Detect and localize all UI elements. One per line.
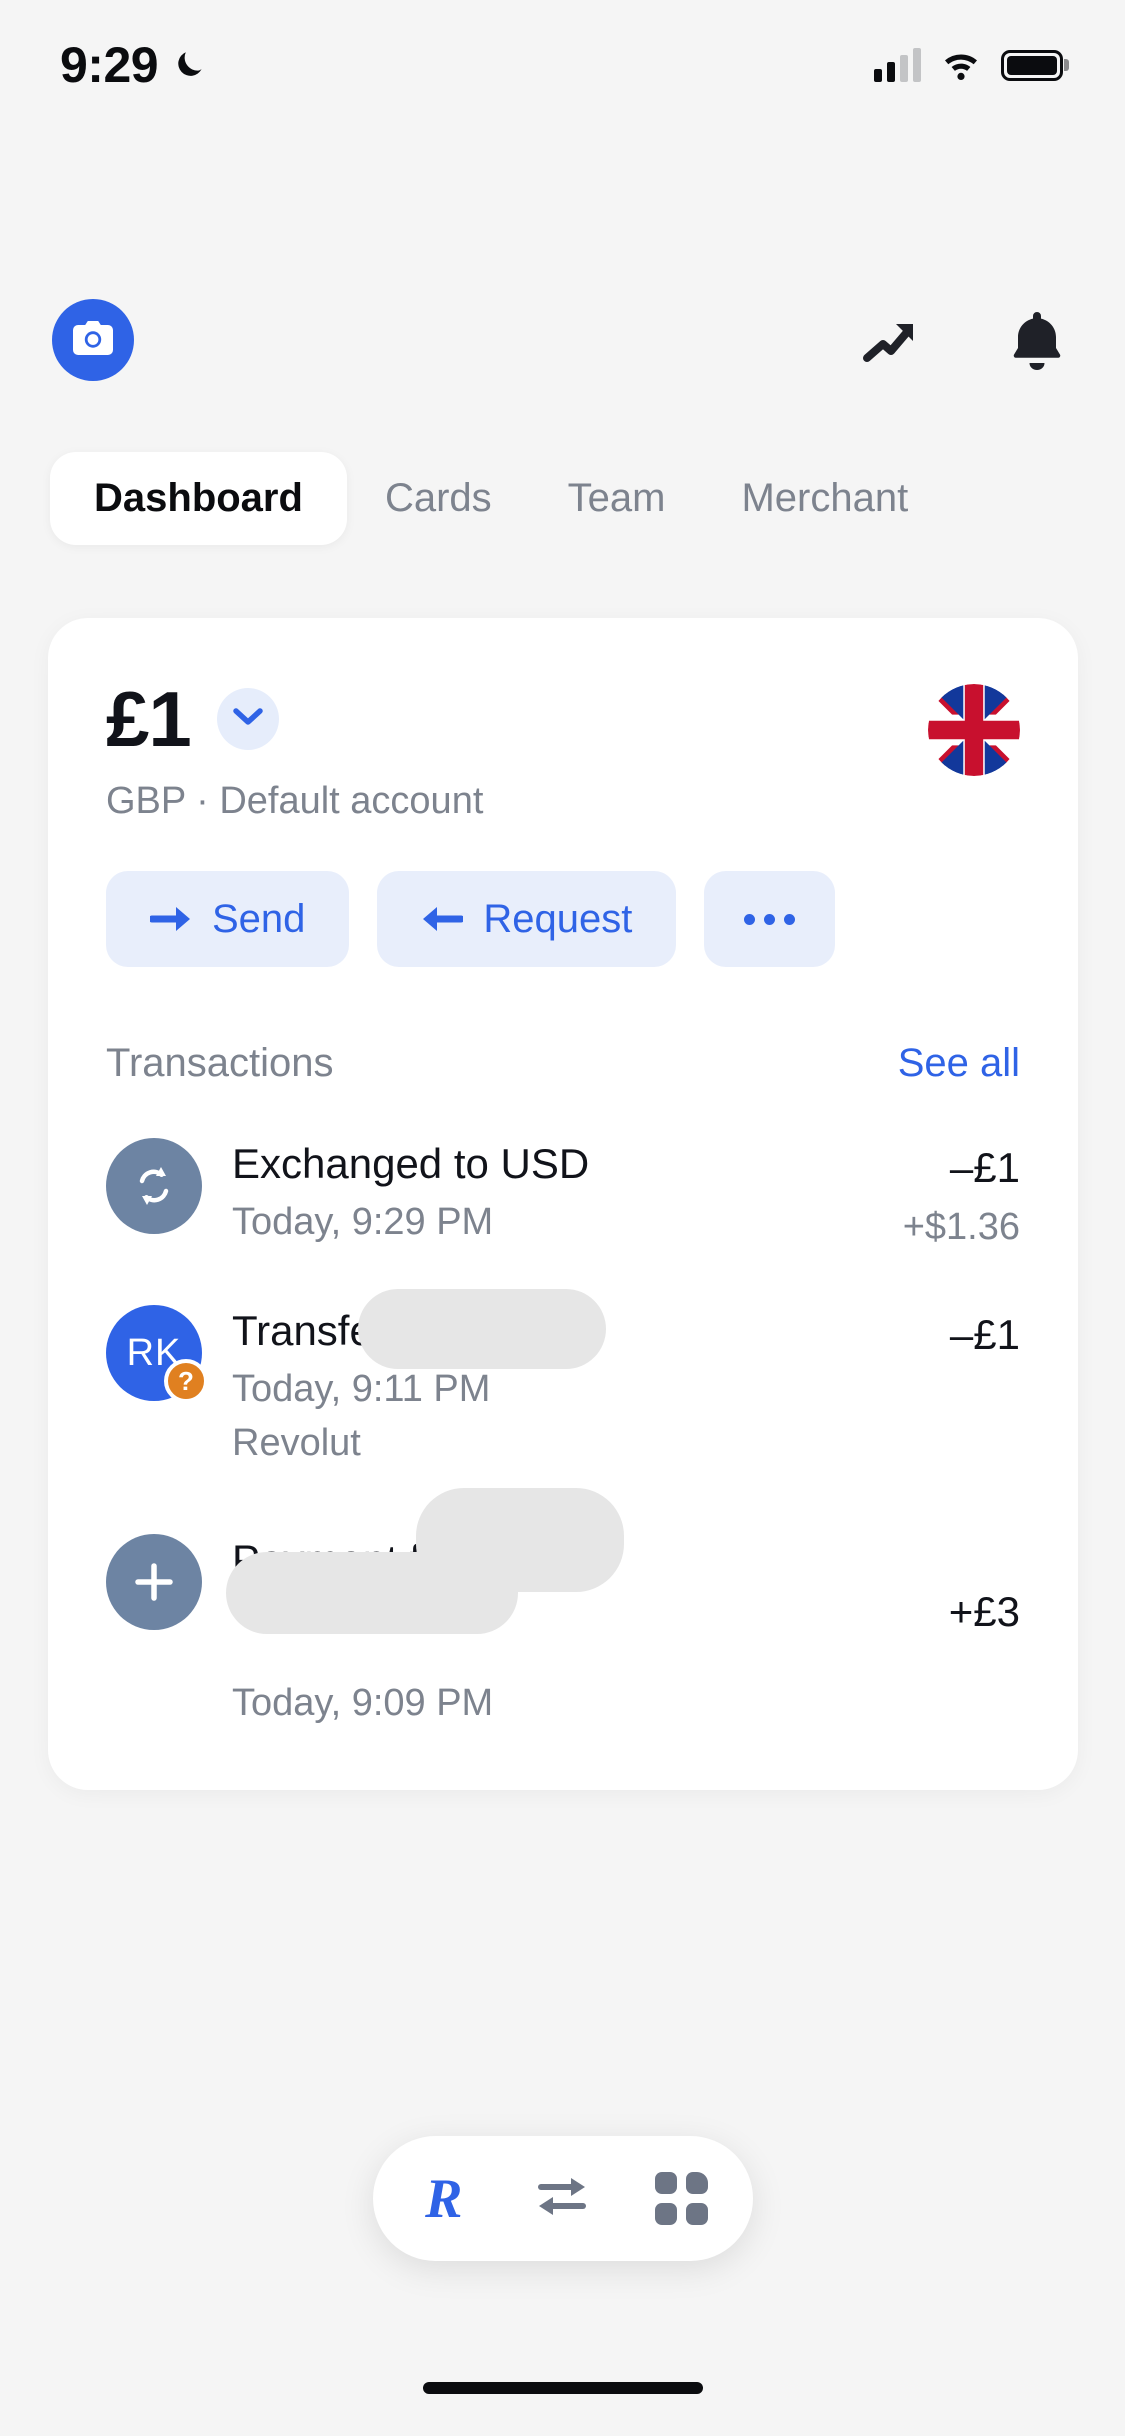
- transaction-subtitle: Today, 9:29 PM: [232, 1201, 494, 1244]
- transaction-title: Payment from: [232, 1536, 494, 1584]
- nav-home-button[interactable]: R: [398, 2153, 490, 2245]
- request-button-label: Request: [483, 896, 633, 941]
- status-bar-time: 9:29: [60, 37, 159, 93]
- table-row[interactable]: RK ? Transfer to Today, 9:11 PM Revolut …: [100, 1275, 1026, 1492]
- transaction-list: Exchanged to USD Today, 9:29 PM –£1 +$1.…: [48, 1086, 1078, 1752]
- transaction-amount: –£1: [949, 1144, 1020, 1191]
- transaction-subtitle: Today, 9:11 PM: [232, 1368, 491, 1411]
- cellular-signal-icon: [874, 48, 921, 82]
- transaction-amounts: –£1: [930, 1305, 1020, 1359]
- moon-icon: [172, 47, 208, 83]
- balance-amount-row: £1: [106, 680, 483, 758]
- transaction-provider: Revolut: [232, 1421, 361, 1464]
- camera-icon: [73, 320, 113, 360]
- table-row[interactable]: Exchanged to USD Today, 9:29 PM –£1 +$1.…: [100, 1108, 1026, 1275]
- avatar-camera-button[interactable]: [52, 299, 134, 381]
- arrow-right-icon: [150, 904, 192, 934]
- transaction-body: Transfer to Today, 9:11 PM Revolut: [232, 1305, 930, 1466]
- bell-icon[interactable]: [1005, 308, 1069, 372]
- balance-info: £1 GBP · Default account: [106, 680, 483, 823]
- transaction-subtitle: Today, 9:09 PM: [232, 1681, 494, 1724]
- status-bar-right: [874, 48, 1063, 82]
- transaction-amounts: –£1 +$1.36: [883, 1138, 1020, 1249]
- transfer-arrows-icon: [533, 2170, 591, 2227]
- account-actions: Send Request: [48, 823, 1078, 967]
- tab-cards[interactable]: Cards: [347, 452, 530, 545]
- exchange-icon: [106, 1138, 202, 1234]
- see-all-link[interactable]: See all: [898, 1041, 1020, 1086]
- grid-apps-icon: [654, 2172, 708, 2225]
- transaction-title: Exchanged to USD: [232, 1140, 590, 1187]
- transaction-amount: –£1: [949, 1311, 1020, 1358]
- nav-apps-button[interactable]: [635, 2153, 727, 2245]
- trending-up-icon[interactable]: [861, 308, 925, 372]
- balance-amount: £1: [106, 675, 192, 763]
- nav-transfers-button[interactable]: [516, 2153, 608, 2245]
- transaction-icon-wrap: [106, 1534, 202, 1631]
- transaction-secondary-amount: +$1.36: [902, 1206, 1020, 1248]
- plus-icon: [106, 1534, 202, 1631]
- app-screen: 9:29 Dashboard Cards Team Merchant £1 GB…: [0, 0, 1125, 2436]
- app-header: [0, 280, 1125, 400]
- transactions-title: Transactions: [106, 1041, 334, 1085]
- unknown-contact-badge-icon: ?: [164, 1359, 208, 1403]
- more-actions-button[interactable]: [704, 871, 836, 967]
- account-switcher-button[interactable]: [216, 688, 279, 750]
- status-bar-left: 9:29: [60, 36, 208, 94]
- transaction-icon-wrap: RK ?: [106, 1305, 208, 1403]
- uk-flag-icon: [928, 684, 1020, 776]
- battery-icon: [1001, 49, 1063, 81]
- home-indicator: [422, 2382, 703, 2394]
- ellipsis-icon: [744, 913, 796, 925]
- tab-dashboard[interactable]: Dashboard: [50, 452, 347, 545]
- table-row[interactable]: Payment from Today, 9:09 PM +£3: [100, 1488, 1026, 1752]
- header-actions: [861, 308, 1069, 372]
- send-button[interactable]: Send: [106, 871, 350, 967]
- revolut-r-logo-icon: R: [425, 2167, 463, 2230]
- transaction-title: Transfer to: [232, 1307, 434, 1354]
- tab-team[interactable]: Team: [530, 452, 704, 545]
- transaction-body: Payment from Today, 9:09 PM: [232, 1534, 929, 1726]
- send-button-label: Send: [212, 896, 306, 941]
- transaction-icon-wrap: [106, 1138, 202, 1234]
- transaction-amounts: +£3: [929, 1534, 1020, 1636]
- transaction-amount: +£3: [948, 1588, 1020, 1636]
- transaction-body: Exchanged to USD Today, 9:29 PM: [232, 1138, 883, 1246]
- account-subtitle: GBP · Default account: [106, 780, 484, 822]
- wifi-icon: [939, 48, 983, 82]
- balance-row: £1 GBP · Default account: [48, 618, 1078, 823]
- transactions-header: Transactions See all: [48, 967, 1078, 1086]
- bottom-navigation-bar: R: [372, 2136, 753, 2261]
- tab-bar: Dashboard Cards Team Merchant: [0, 452, 1125, 545]
- request-button[interactable]: Request: [377, 871, 677, 967]
- status-bar: 9:29: [0, 0, 1125, 130]
- tab-merchant[interactable]: Merchant: [703, 452, 946, 545]
- chevron-down-icon: [233, 707, 263, 732]
- account-card: £1 GBP · Default account Send Request Tr…: [48, 618, 1078, 1791]
- arrow-left-icon: [421, 904, 464, 934]
